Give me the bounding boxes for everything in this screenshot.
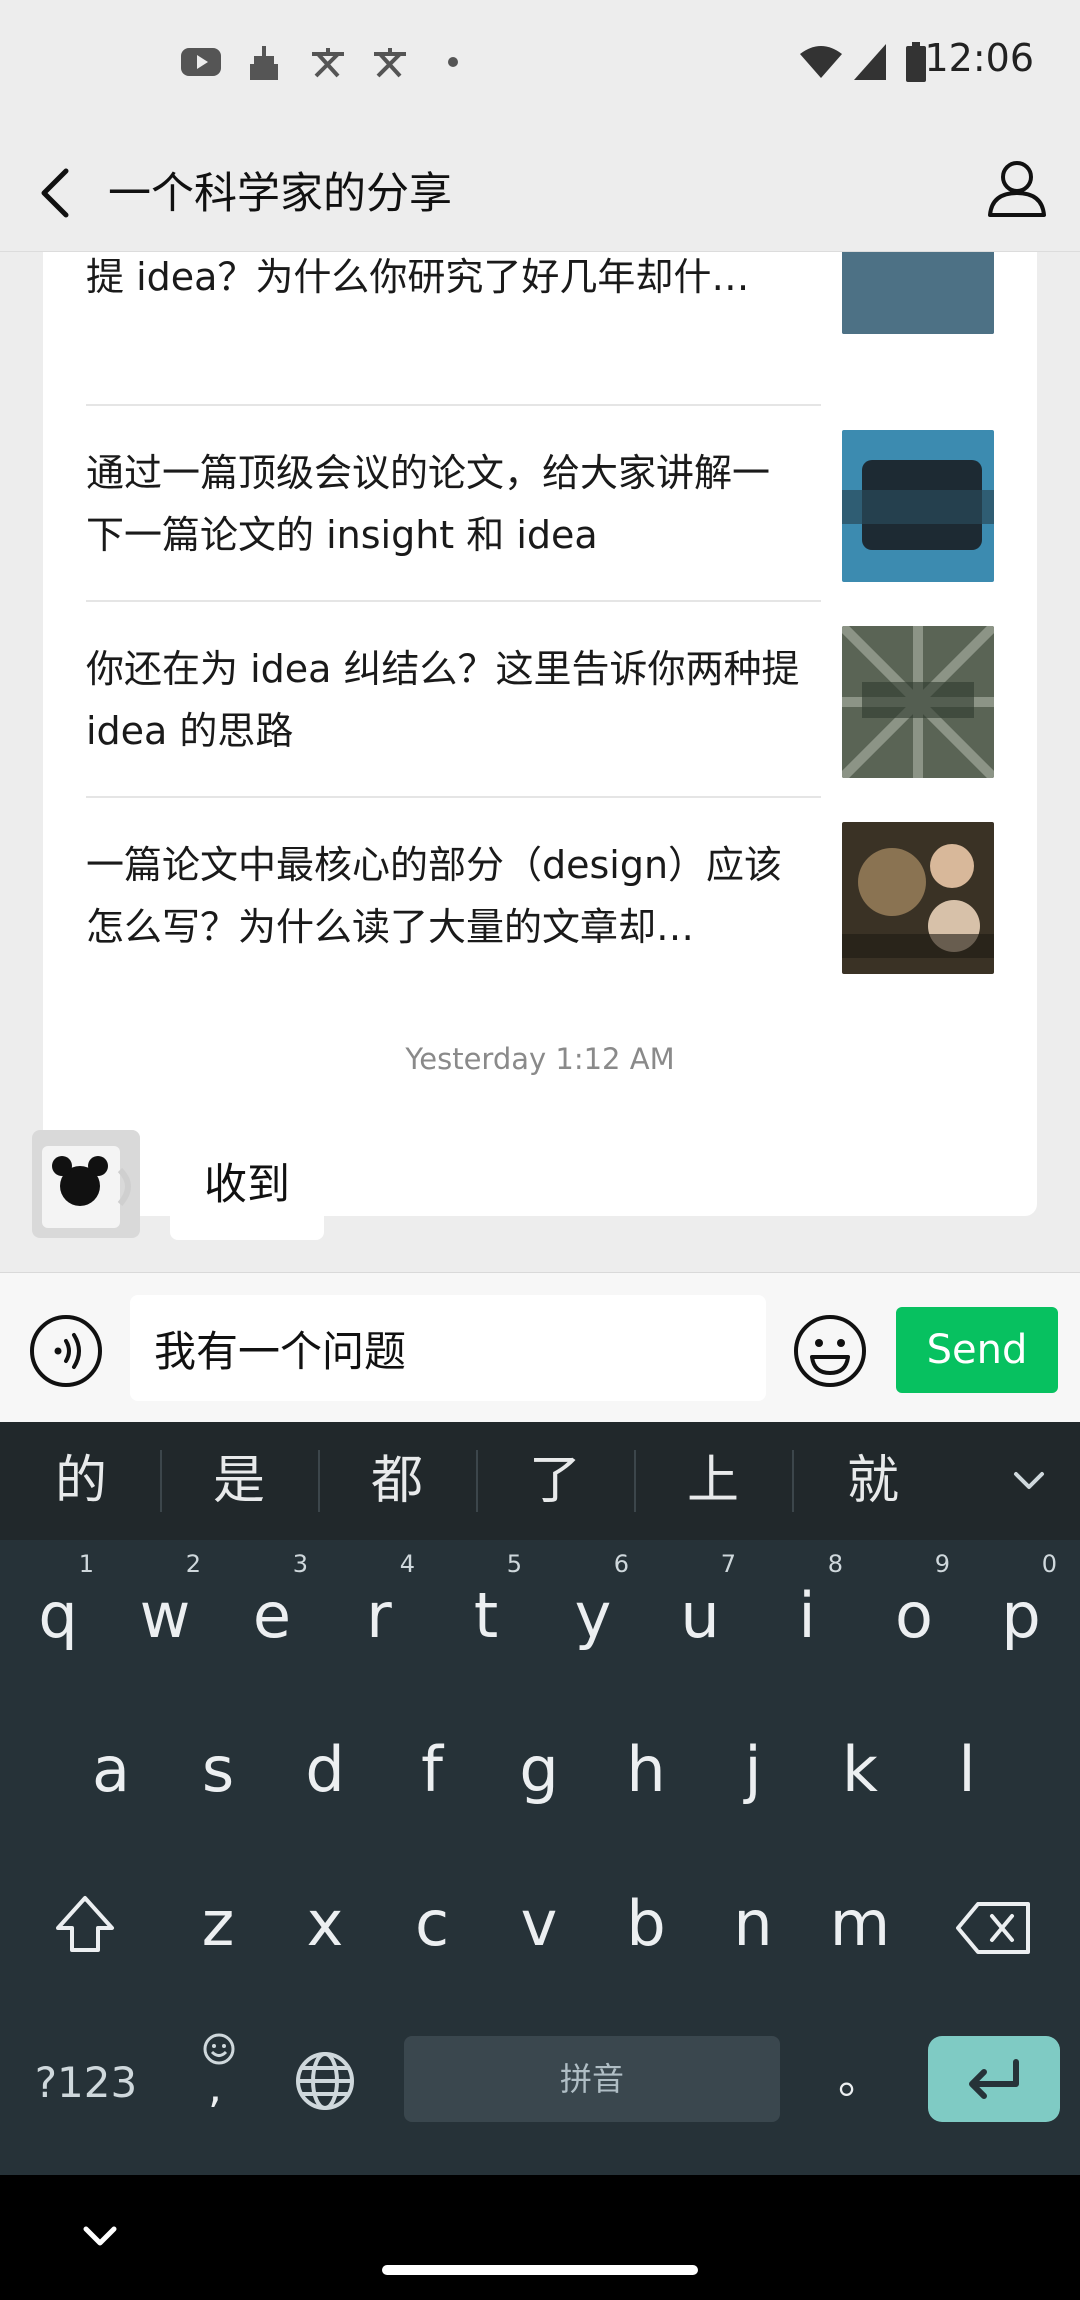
translate-icon [374,48,406,78]
candidate-word[interactable]: 就 [794,1422,952,1540]
key-n[interactable]: n [703,1854,803,1994]
key-w[interactable]: w2 [115,1546,215,1686]
symbols-key[interactable]: ?123 [26,2040,146,2126]
key-y[interactable]: y6 [543,1546,643,1686]
person-icon[interactable] [984,155,1050,221]
message-timestamp: Yesterday 1:12 AM [405,1042,675,1076]
key-c[interactable]: c [382,1854,482,1994]
input-bar: Send [0,1272,1080,1422]
article-title: 你还在为 idea 纠结么？这里告诉你两种提 idea 的思路 [86,647,800,753]
period-key[interactable]: 。 [820,2036,900,2122]
shift-icon[interactable] [50,1890,120,1960]
emoji-icon[interactable] [792,1313,868,1389]
key-t[interactable]: t5 [436,1546,536,1686]
article-title: 通过一篇顶级会议的论文，给大家讲解一下一篇论文的 insight 和 idea [86,451,771,557]
page-title: 一个科学家的分享 [108,169,452,219]
key-o[interactable]: o9 [864,1546,964,1686]
message-bubble[interactable]: 收到 [170,1130,324,1240]
key-b[interactable]: b [596,1854,696,1994]
article-item[interactable]: 你还在为 idea 纠结么？这里告诉你两种提 idea 的思路 [86,624,994,820]
candidate-word[interactable]: 都 [318,1422,476,1540]
key-i[interactable]: i8 [757,1546,857,1686]
candidate-word[interactable]: 的 [2,1422,160,1540]
article-item[interactable]: 通过一篇顶级会议的论文，给大家讲解一下一篇论文的 insight 和 idea [86,428,994,624]
keyboard: 的 是 都 了 上 就 q1 w2 e3 r4 t5 y6 u7 i8 o9 p… [0,1422,1080,2175]
divider [86,404,821,406]
emoji-comma-key[interactable]: , [186,2032,252,2132]
key-u[interactable]: u7 [650,1546,750,1686]
key-x[interactable]: x [275,1854,375,1994]
navigation-bar [0,2175,1080,2300]
key-q[interactable]: q1 [8,1546,108,1686]
divider [86,600,821,602]
key-f[interactable]: f [382,1700,482,1840]
back-arrow-icon[interactable] [30,155,90,225]
emoji-icon [203,2033,235,2065]
status-bar: 12:06 [0,0,1080,125]
chat-header: 一个科学家的分享 [0,125,1080,252]
translate-icon [312,48,344,78]
candidate-word[interactable]: 是 [160,1422,318,1540]
home-indicator[interactable] [382,2265,698,2275]
voice-input-icon[interactable] [28,1313,104,1389]
globe-icon[interactable] [294,2050,356,2112]
dot-icon [448,57,458,67]
chevron-down-icon[interactable] [78,2219,122,2253]
key-k[interactable]: k [810,1700,910,1840]
key-v[interactable]: v [489,1854,589,1994]
key-l[interactable]: l [917,1700,1017,1840]
key-g[interactable]: g [489,1700,589,1840]
key-p[interactable]: p0 [971,1546,1071,1686]
send-button[interactable]: Send [896,1307,1058,1393]
candidate-bar: 的 是 都 了 上 就 [0,1422,1080,1540]
cake-icon [250,46,278,80]
key-j[interactable]: j [703,1700,803,1840]
candidate-word[interactable]: 上 [634,1422,792,1540]
article-item[interactable]: 提 idea？为什么你研究了好几年却什… [86,252,994,408]
candidate-word[interactable]: 了 [476,1422,634,1540]
youtube-icon [181,48,221,76]
backspace-icon[interactable] [954,1900,1034,1956]
message-input[interactable] [130,1295,766,1401]
key-e[interactable]: e3 [222,1546,322,1686]
signal-icon [854,44,886,80]
article-title: 提 idea？为什么你研究了好几年却什… [86,255,750,299]
key-a[interactable]: a [61,1700,161,1840]
divider [86,796,821,798]
wifi-icon [800,46,842,78]
chat-area[interactable]: 提 idea？为什么你研究了好几年却什… 通过一篇顶级会议的论文，给大家讲解一下… [0,252,1080,1272]
article-thumbnail [842,822,994,974]
chevron-down-icon[interactable] [1006,1458,1052,1504]
key-h[interactable]: h [596,1700,696,1840]
article-thumbnail [842,252,994,334]
enter-icon [969,2059,1019,2099]
article-title: 一篇论文中最核心的部分（design）应该怎么写？为什么读了大量的文章却… [86,843,783,949]
key-r[interactable]: r4 [329,1546,429,1686]
article-thumbnail [842,430,994,582]
clock: 12:06 [924,36,1034,80]
key-d[interactable]: d [275,1700,375,1840]
space-key[interactable]: 拼音 [404,2036,780,2122]
key-m[interactable]: m [810,1854,910,1994]
key-s[interactable]: s [168,1700,268,1840]
article-item[interactable]: 一篇论文中最核心的部分（design）应该怎么写？为什么读了大量的文章却… [86,820,994,1016]
article-thumbnail [842,626,994,778]
key-z[interactable]: z [168,1854,268,1994]
enter-key[interactable] [928,2036,1060,2122]
avatar[interactable] [32,1130,140,1238]
